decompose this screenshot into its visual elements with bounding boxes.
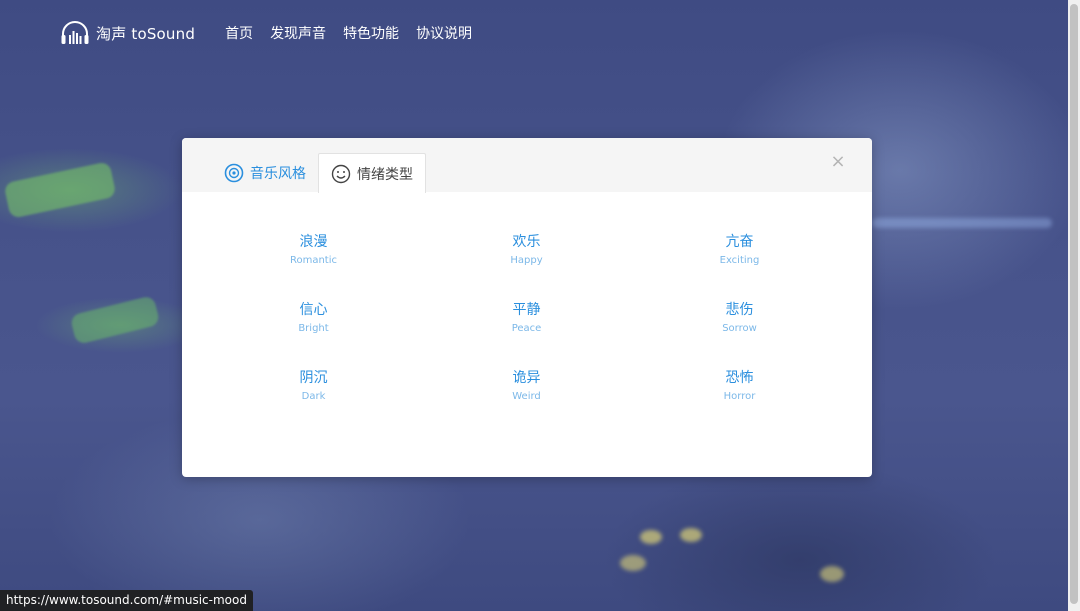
mood-label-cn: 浪漫 [299,234,328,250]
nav-item-agreement[interactable]: 协议说明 [416,23,472,43]
mood-item-happy[interactable]: 欢乐 Happy [420,233,633,268]
disc-icon [224,163,244,182]
mood-label-en: Horror [723,391,756,402]
top-nav: 淘声 toSound 首页 发现声音 特色功能 协议说明 [60,18,489,48]
mood-label-cn: 悲伤 [725,302,754,318]
modal-header: 音乐风格 情绪类型 × [182,138,872,193]
mood-label-cn: 恐怖 [725,370,754,386]
mood-label-en: Happy [510,255,543,266]
mood-label-cn: 平静 [512,302,541,318]
mood-item-weird[interactable]: 诡异 Weird [420,369,633,404]
mood-label-en: Romantic [289,255,338,266]
mood-item-horror[interactable]: 恐怖 Horror [633,369,846,404]
mood-item-bright[interactable]: 信心 Bright [207,301,420,336]
background-decoration [820,566,844,582]
mood-label-en: Dark [301,391,326,402]
tab-label: 情绪类型 [357,166,413,183]
page-background: 淘声 toSound 首页 发现声音 特色功能 协议说明 音乐风格 情绪类型 ×… [0,0,1080,611]
mood-label-en: Weird [512,391,541,402]
mood-label-cn: 诡异 [512,370,541,386]
mood-grid: 浪漫 Romantic 欢乐 Happy 亢奋 Exciting 信心 Brig… [207,233,847,404]
mood-label-en: Exciting [719,255,760,266]
background-decoration [620,555,646,571]
tab-mood-type[interactable]: 情绪类型 [318,153,426,193]
status-url: https://www.tosound.com/#music-mood [0,590,253,611]
mood-label-cn: 信心 [299,302,328,318]
background-decoration [3,161,117,219]
headphones-icon [61,21,89,44]
mood-item-sorrow[interactable]: 悲伤 Sorrow [633,301,846,336]
mood-modal: 音乐风格 情绪类型 × 浪漫 Romantic 欢乐 Happy 亢奋 Exci… [182,138,872,477]
mood-label-cn: 欢乐 [512,234,541,250]
mood-item-exciting[interactable]: 亢奋 Exciting [633,233,846,268]
nav-item-discover[interactable]: 发现声音 [270,23,326,43]
scrollbar-thumb[interactable] [1070,4,1078,604]
mood-label-en: Sorrow [722,323,757,334]
mood-label-cn: 阴沉 [299,370,328,386]
background-decoration [680,528,702,542]
background-decoration [872,218,1052,228]
mood-item-dark[interactable]: 阴沉 Dark [207,369,420,404]
brand-name: 淘声 toSound [96,24,196,43]
mood-label-en: Peace [511,323,542,334]
mood-label-cn: 亢奋 [725,234,754,250]
mood-item-romantic[interactable]: 浪漫 Romantic [207,233,420,268]
scrollbar[interactable] [1068,0,1080,611]
tab-label: 音乐风格 [250,165,306,182]
background-decoration [69,295,161,345]
nav-item-home[interactable]: 首页 [225,23,253,43]
close-icon[interactable]: × [830,153,846,171]
brand-logo[interactable]: 淘声 toSound [60,20,195,46]
nav-item-features[interactable]: 特色功能 [343,23,399,43]
modal-tabs: 音乐风格 情绪类型 [212,153,426,193]
tab-music-style[interactable]: 音乐风格 [212,153,318,192]
background-decoration [640,530,662,544]
smiley-icon [331,164,351,183]
mood-label-en: Bright [298,323,329,334]
mood-item-peace[interactable]: 平静 Peace [420,301,633,336]
